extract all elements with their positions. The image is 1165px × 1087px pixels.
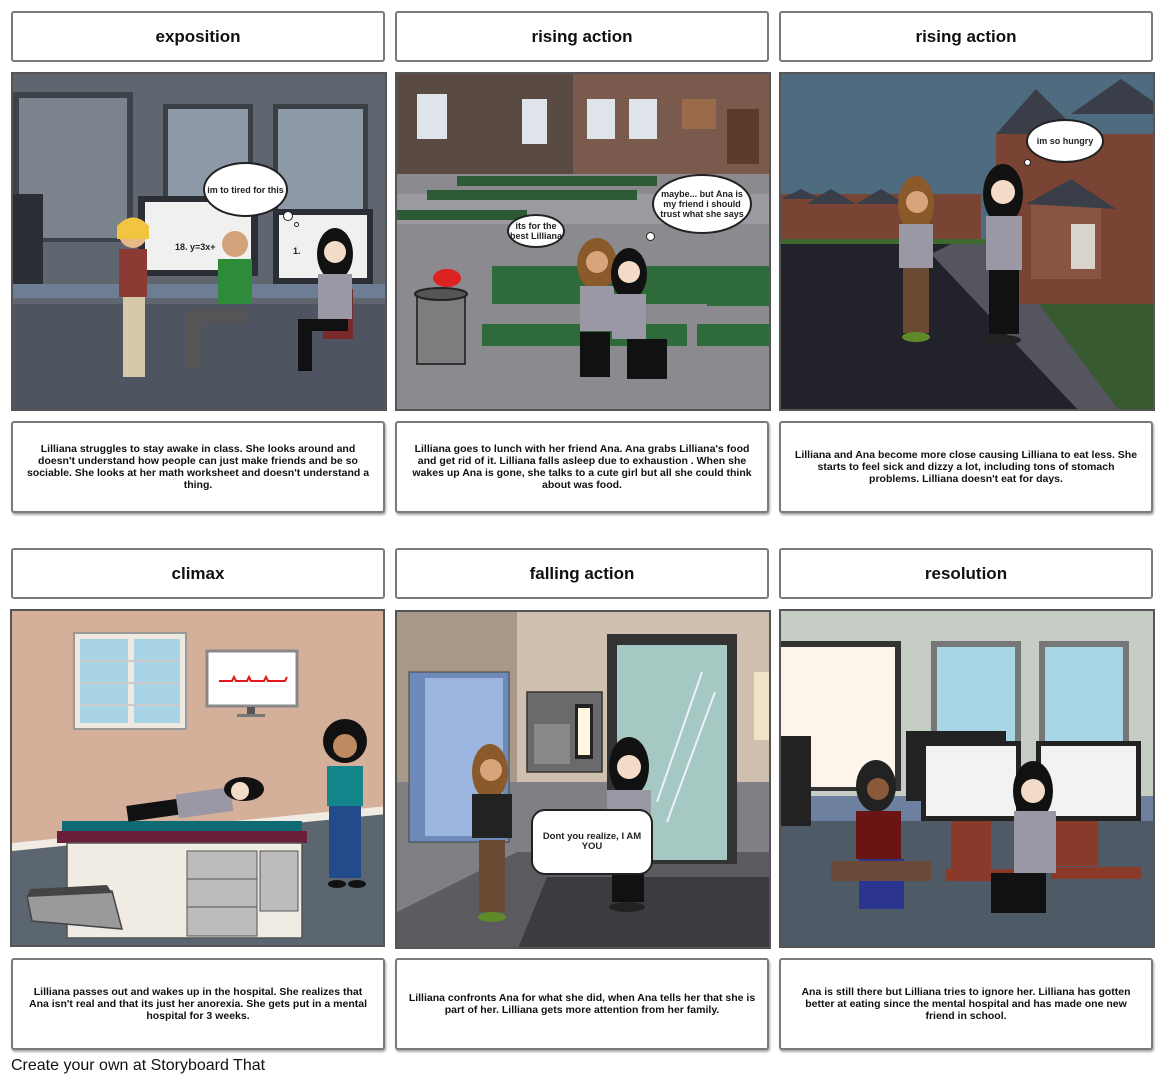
thought-bubble-tired: im to tired for this xyxy=(203,162,288,217)
panel-2-title-text: rising action xyxy=(531,26,633,46)
lobby-illustration xyxy=(397,612,769,947)
thought-dot xyxy=(294,222,299,227)
panel-6-scene xyxy=(779,609,1155,948)
panel-2-caption-text: Lilliana goes to lunch with her friend A… xyxy=(412,443,752,491)
panel-1-title: exposition xyxy=(11,11,385,62)
panel-4-scene xyxy=(10,609,385,947)
panel-4-title: climax xyxy=(11,548,385,599)
worksheet-text-2: 1. xyxy=(293,246,301,256)
panel-6-caption-text: Ana is still there but Lilliana tries to… xyxy=(801,986,1131,1022)
panel-5-caption-text: Lilliana confronts Ana for what she did,… xyxy=(408,992,756,1016)
hospital-illustration xyxy=(12,611,383,945)
panel-3-scene: im so hungry xyxy=(779,72,1155,411)
panel-1-caption: Lilliana struggles to stay awake in clas… xyxy=(11,421,385,513)
resolution-classroom-illustration xyxy=(781,611,1153,946)
panel-1-title-text: exposition xyxy=(155,26,241,46)
cafeteria-illustration xyxy=(397,74,769,409)
thought-bubble-hungry-text: im so hungry xyxy=(1036,136,1094,146)
panel-5-caption: Lilliana confronts Ana for what she did,… xyxy=(395,958,769,1050)
storyboard-that-footer-link[interactable]: Create your own at Storyboard That xyxy=(11,1057,265,1075)
panel-3-title-text: rising action xyxy=(915,26,1017,46)
panel-2-title: rising action xyxy=(395,11,769,62)
hospital-bed xyxy=(26,821,307,939)
thought-dot xyxy=(1024,159,1031,166)
panel-1-scene: 18. y=3x+ 1. im to tired for this xyxy=(11,72,387,411)
footer-text: Create your own at Storyboard That xyxy=(11,1057,266,1074)
speech-bubble-i-am-you-text: Dont you realize, I AM YOU xyxy=(542,831,642,852)
lilliana-character xyxy=(983,164,1023,345)
ana-character xyxy=(898,176,934,342)
speech-bubble-best: its for the best Lilliana xyxy=(507,214,565,248)
panel-5-scene: Dont you realize, I AM YOU xyxy=(395,610,771,949)
panel-5-title: falling action xyxy=(395,548,769,599)
heart-monitor xyxy=(205,649,299,717)
thought-bubble-trust: maybe... but Ana is my friend i should t… xyxy=(652,174,752,234)
panel-4-caption: Lilliana passes out and wakes up in the … xyxy=(11,958,385,1050)
panel-5-title-text: falling action xyxy=(529,563,635,583)
panel-2-scene: its for the best Lilliana maybe... but A… xyxy=(395,72,771,411)
thought-bubble-hungry: im so hungry xyxy=(1026,119,1104,163)
thought-dot xyxy=(283,211,293,221)
panel-6-title-text: resolution xyxy=(924,563,1008,583)
panel-3-caption-text: Lilliana and Ana become more close causi… xyxy=(794,449,1138,485)
panel-6-caption: Ana is still there but Lilliana tries to… xyxy=(779,958,1153,1050)
worksheet-text-1: 18. y=3x+ xyxy=(175,242,216,252)
speech-bubble-best-text: its for the best Lilliana xyxy=(509,221,562,241)
thought-bubble-tired-text: im to tired for this xyxy=(207,184,284,195)
panel-4-title-text: climax xyxy=(171,563,225,583)
panel-3-title: rising action xyxy=(779,11,1153,62)
food-bowl xyxy=(433,269,461,287)
ana-nurse-character xyxy=(323,719,367,888)
panel-3-caption: Lilliana and Ana become more close causi… xyxy=(779,421,1153,513)
panel-6-title: resolution xyxy=(779,548,1153,599)
thought-bubble-trust-text: maybe... but Ana is my friend i should t… xyxy=(660,189,744,219)
panel-1-caption-text: Lilliana struggles to stay awake in clas… xyxy=(26,443,370,491)
speech-bubble-i-am-you: Dont you realize, I AM YOU xyxy=(531,809,653,875)
intercom-panel xyxy=(526,691,603,773)
panel-4-caption-text: Lilliana passes out and wakes up in the … xyxy=(29,986,367,1022)
panel-2-caption: Lilliana goes to lunch with her friend A… xyxy=(395,421,769,513)
street-illustration xyxy=(781,74,1153,409)
thought-dot xyxy=(646,232,655,241)
classroom-illustration: 18. y=3x+ 1. xyxy=(13,74,385,409)
